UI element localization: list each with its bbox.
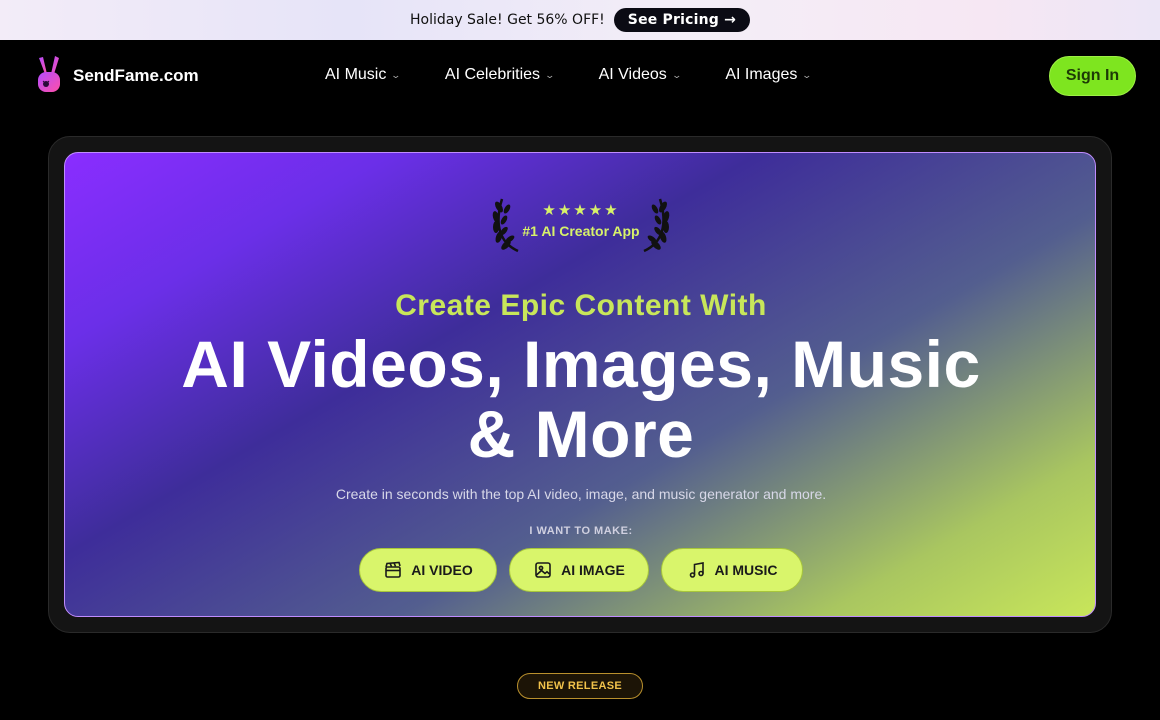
- headline-line: AI Videos, Images, Music: [181, 327, 981, 401]
- want-to-make-label: I WANT TO MAKE:: [529, 525, 633, 537]
- menu-label: AI Videos: [598, 66, 667, 83]
- headline-line: & More: [467, 397, 695, 471]
- sign-in-button[interactable]: Sign In: [1049, 56, 1136, 96]
- brand-name: SendFame.com: [73, 66, 199, 85]
- navbar: SendFame.com AI Music ⌄ AI Celebrities ⌄…: [0, 40, 1160, 112]
- award-badge: ★★★★★ #1 AI Creator App: [490, 191, 672, 253]
- hero-subtitle: Create Epic Content With: [395, 289, 767, 322]
- peace-hand-icon: [38, 56, 60, 92]
- promo-banner: Holiday Sale! Get 56% OFF! See Pricing →: [0, 0, 1160, 40]
- menu-ai-images[interactable]: AI Images ⌄: [725, 66, 813, 84]
- hero-headline: AI Videos, Images, Music & More: [65, 327, 1095, 471]
- laurel-right-icon: [643, 198, 670, 253]
- brand-logo-link[interactable]: SendFame.com: [33, 54, 199, 98]
- promo-text: Holiday Sale! Get 56% OFF!: [409, 12, 605, 28]
- chevron-down-icon: ⌄: [390, 69, 402, 80]
- ai-music-button[interactable]: AI MUSIC: [661, 548, 803, 592]
- ai-image-button[interactable]: AI IMAGE: [509, 548, 649, 592]
- ai-video-button[interactable]: AI VIDEO: [359, 548, 497, 592]
- cta-row: AI VIDEO AI IMAGE AI MUSIC: [359, 548, 803, 592]
- cta-label: AI MUSIC: [714, 562, 778, 578]
- new-release-badge: NEW RELEASE: [517, 673, 643, 699]
- hero-card: ★★★★★ #1 AI Creator App Create Epic Cont…: [64, 152, 1096, 617]
- cta-label: AI VIDEO: [411, 562, 473, 578]
- music-note-icon: [689, 562, 704, 578]
- menu-label: AI Images: [725, 66, 798, 83]
- menu-ai-celebrities[interactable]: AI Celebrities ⌄: [444, 66, 556, 84]
- menu-label: AI Celebrities: [444, 66, 541, 83]
- chevron-down-icon: ⌄: [544, 69, 556, 80]
- hero-description: Create in seconds with the top AI video,…: [335, 486, 827, 502]
- chevron-down-icon: ⌄: [801, 69, 813, 80]
- cta-label: AI IMAGE: [561, 562, 625, 578]
- main-menu: AI Music ⌄ AI Celebrities ⌄ AI Videos ⌄ …: [325, 66, 856, 84]
- menu-ai-videos[interactable]: AI Videos ⌄: [598, 66, 682, 84]
- chevron-down-icon: ⌄: [671, 69, 682, 80]
- menu-label: AI Music: [325, 66, 387, 83]
- menu-ai-music[interactable]: AI Music ⌄: [325, 66, 402, 84]
- see-pricing-button[interactable]: See Pricing →: [613, 8, 750, 32]
- clapperboard-icon: [385, 561, 402, 578]
- image-icon: [535, 562, 551, 578]
